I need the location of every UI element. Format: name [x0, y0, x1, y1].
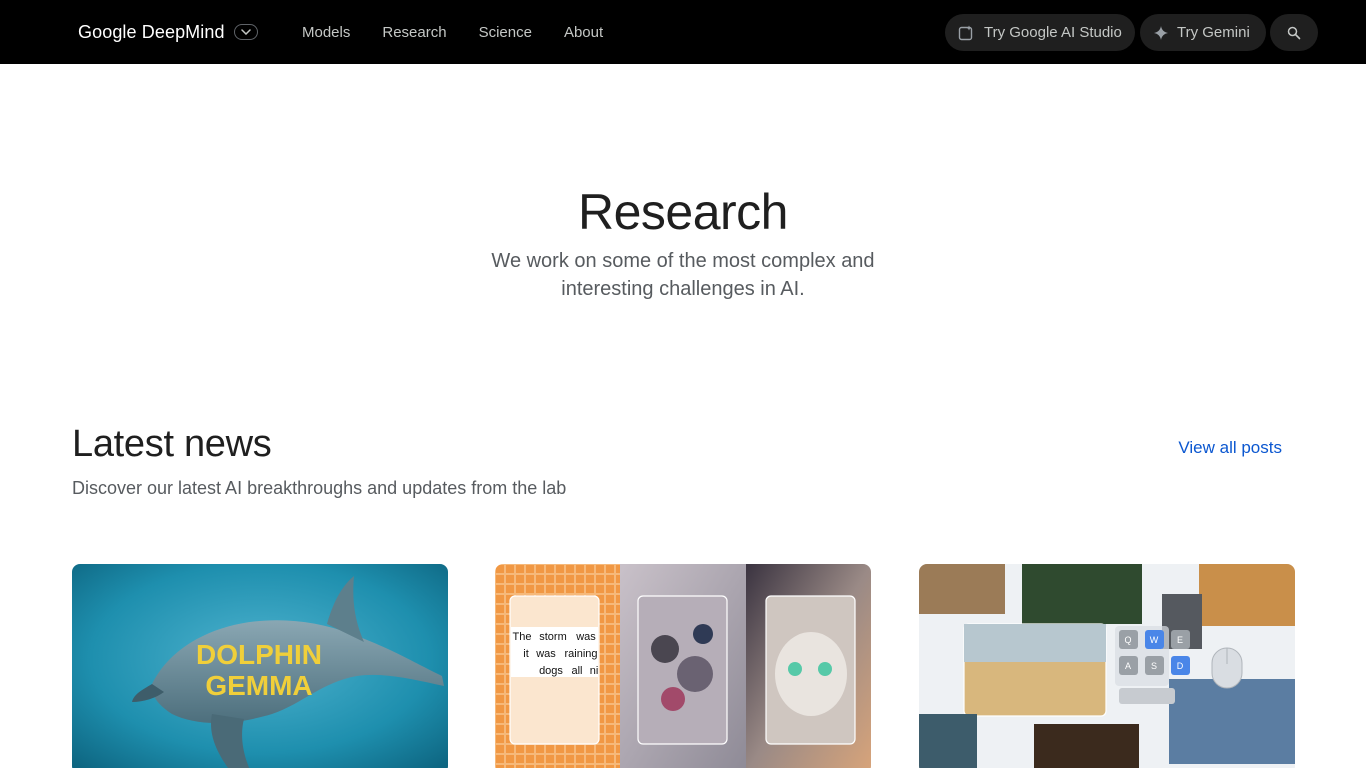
- gemini-spark-icon: [1154, 25, 1168, 40]
- key-label: S: [1151, 661, 1157, 671]
- try-ai-studio-label: Try Google AI Studio: [984, 24, 1122, 41]
- key-label: W: [1150, 635, 1159, 645]
- try-gemini-button[interactable]: Try Gemini: [1140, 14, 1266, 51]
- nav-about[interactable]: About: [564, 24, 603, 41]
- latest-news-heading: Latest news: [72, 423, 272, 465]
- search-icon: [1287, 26, 1301, 39]
- news-card-panels[interactable]: The storm was it was raining dogs all ni: [495, 564, 871, 768]
- try-ai-studio-button[interactable]: Try Google AI Studio: [945, 14, 1135, 51]
- game-worlds-image: Q W E A S D: [919, 564, 1295, 768]
- key-label: E: [1177, 635, 1183, 645]
- key-label: D: [1177, 661, 1184, 671]
- brand-menu-button[interactable]: [233, 24, 258, 40]
- panel-word: was: [575, 631, 596, 643]
- chevron-down-icon: [240, 29, 251, 35]
- brand-logo[interactable]: Google DeepMind: [78, 22, 225, 43]
- page-subtitle: We work on some of the most complex and …: [491, 250, 875, 300]
- news-card-game-worlds[interactable]: Q W E A S D: [919, 564, 1295, 768]
- ai-studio-icon: [957, 24, 975, 42]
- latest-news-subtitle: Discover our latest AI breakthroughs and…: [72, 478, 567, 498]
- panel-word: was: [535, 648, 556, 660]
- panel-word: dogs: [539, 665, 563, 677]
- try-gemini-label: Try Gemini: [1177, 24, 1250, 41]
- main-nav: Models Research Science About: [302, 0, 635, 64]
- panel-word: raining: [564, 648, 597, 660]
- panel-word: it: [523, 648, 529, 660]
- nav-models[interactable]: Models: [302, 24, 350, 41]
- panel-word: all: [571, 665, 582, 677]
- dolphin-gemma-image-text: DOLPHIN: [196, 639, 322, 670]
- nav-research[interactable]: Research: [382, 24, 446, 41]
- brand[interactable]: Google DeepMind: [78, 20, 258, 44]
- panels-image: The storm was it was raining dogs all ni: [495, 564, 871, 768]
- panel-word: storm: [539, 631, 567, 643]
- top-navigation-bar: Google DeepMind Models Research Science …: [0, 0, 1366, 64]
- dolphin-gemma-image-text: GEMMA: [205, 670, 312, 701]
- nav-science[interactable]: Science: [479, 24, 532, 41]
- page-title: Research: [578, 184, 789, 240]
- news-card-dolphin-gemma[interactable]: DOLPHIN GEMMA: [72, 564, 448, 768]
- view-all-posts-link[interactable]: View all posts: [1178, 438, 1282, 458]
- search-button[interactable]: [1270, 14, 1318, 51]
- panel-word: ni: [590, 665, 599, 677]
- key-label: Q: [1124, 635, 1131, 645]
- panel-word: The: [513, 631, 532, 643]
- dolphin-gemma-image: DOLPHIN GEMMA: [72, 564, 448, 768]
- key-label: A: [1125, 661, 1131, 671]
